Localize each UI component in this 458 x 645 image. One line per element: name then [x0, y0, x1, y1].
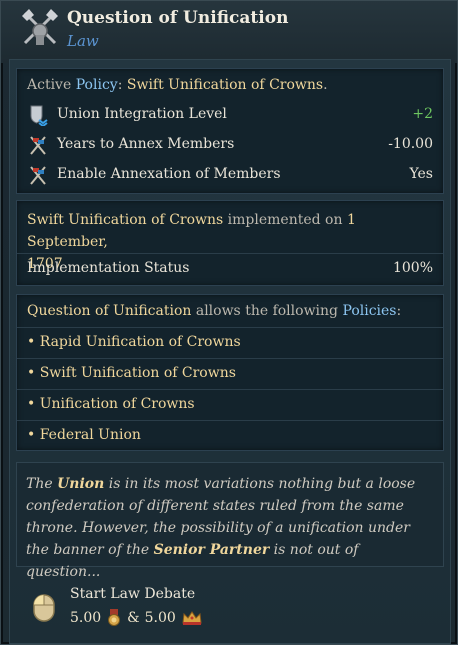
active-colon: :: [117, 77, 127, 93]
policy-item: • Federal Union: [27, 427, 141, 443]
divider: [17, 420, 443, 421]
desc-text: The: [26, 476, 58, 492]
active-prefix: Active: [27, 77, 72, 93]
cost-ampersand: &: [127, 610, 140, 626]
modifier-value: Yes: [409, 166, 434, 182]
divider: [17, 358, 443, 359]
modifier-value: -10.00: [388, 136, 433, 152]
allowed-policies-panel: Question of Unification allows the follo…: [16, 294, 444, 451]
active-policy-panel: Active Policy: Swift Unification of Crow…: [16, 68, 444, 194]
allowed-colon: :: [396, 303, 402, 319]
status-value: 100%: [392, 260, 433, 276]
debate-costs: 5.00 & 5.00: [70, 609, 203, 627]
active-policy-name: Swift Unification of Crowns: [126, 77, 324, 93]
policy-item: • Swift Unification of Crowns: [27, 365, 236, 381]
implemented-policy-name: Swift Unification of Crowns: [27, 212, 224, 228]
modifier-label: Enable Annexation of Members: [57, 166, 281, 182]
law-description: The Union is in its most variations noth…: [16, 462, 444, 580]
start-law-debate-button[interactable]: Start Law Debate: [70, 586, 195, 602]
cost-2-value: 5.00: [144, 610, 176, 626]
policy-word: Policy: [75, 77, 118, 93]
annex-icon: [30, 166, 46, 185]
mouse-left-click-icon: [33, 594, 55, 622]
desc-senior-partner: Senior Partner: [153, 542, 270, 558]
policy-item: • Unification of Crowns: [27, 396, 195, 412]
cost-1-value: 5.00: [70, 610, 102, 626]
divider: [17, 253, 443, 254]
modifier-value: +2: [412, 106, 433, 122]
law-title: Question of Unification: [67, 8, 289, 28]
implementation-panel: Swift Unification of Crowns implemented …: [16, 200, 444, 286]
medal-icon: [108, 609, 121, 626]
modifier-label: Union Integration Level: [57, 106, 227, 122]
policy-item: • Rapid Unification of Crowns: [27, 334, 241, 350]
tooltip-header: Question of Unification Law: [1, 1, 457, 63]
allowed-law-name: Question of Unification: [27, 303, 192, 319]
allowed-text: allows the following: [195, 303, 339, 319]
law-tooltip: Question of Unification Law Active Polic…: [0, 0, 458, 645]
union-shield-icon: [30, 105, 48, 126]
divider: [17, 389, 443, 390]
policies-word: Policies: [342, 303, 397, 319]
active-suffix: .: [323, 77, 328, 93]
desc-union: Union: [57, 476, 105, 492]
divider: [17, 327, 443, 328]
status-label: Implementation Status: [27, 260, 190, 276]
law-type: Law: [67, 32, 99, 50]
implemented-text: implemented on: [227, 212, 343, 228]
crown-icon: [182, 611, 202, 625]
annex-icon: [30, 136, 46, 155]
modifier-label: Years to Annex Members: [57, 136, 235, 152]
crossed-axes-icon: [22, 9, 58, 45]
